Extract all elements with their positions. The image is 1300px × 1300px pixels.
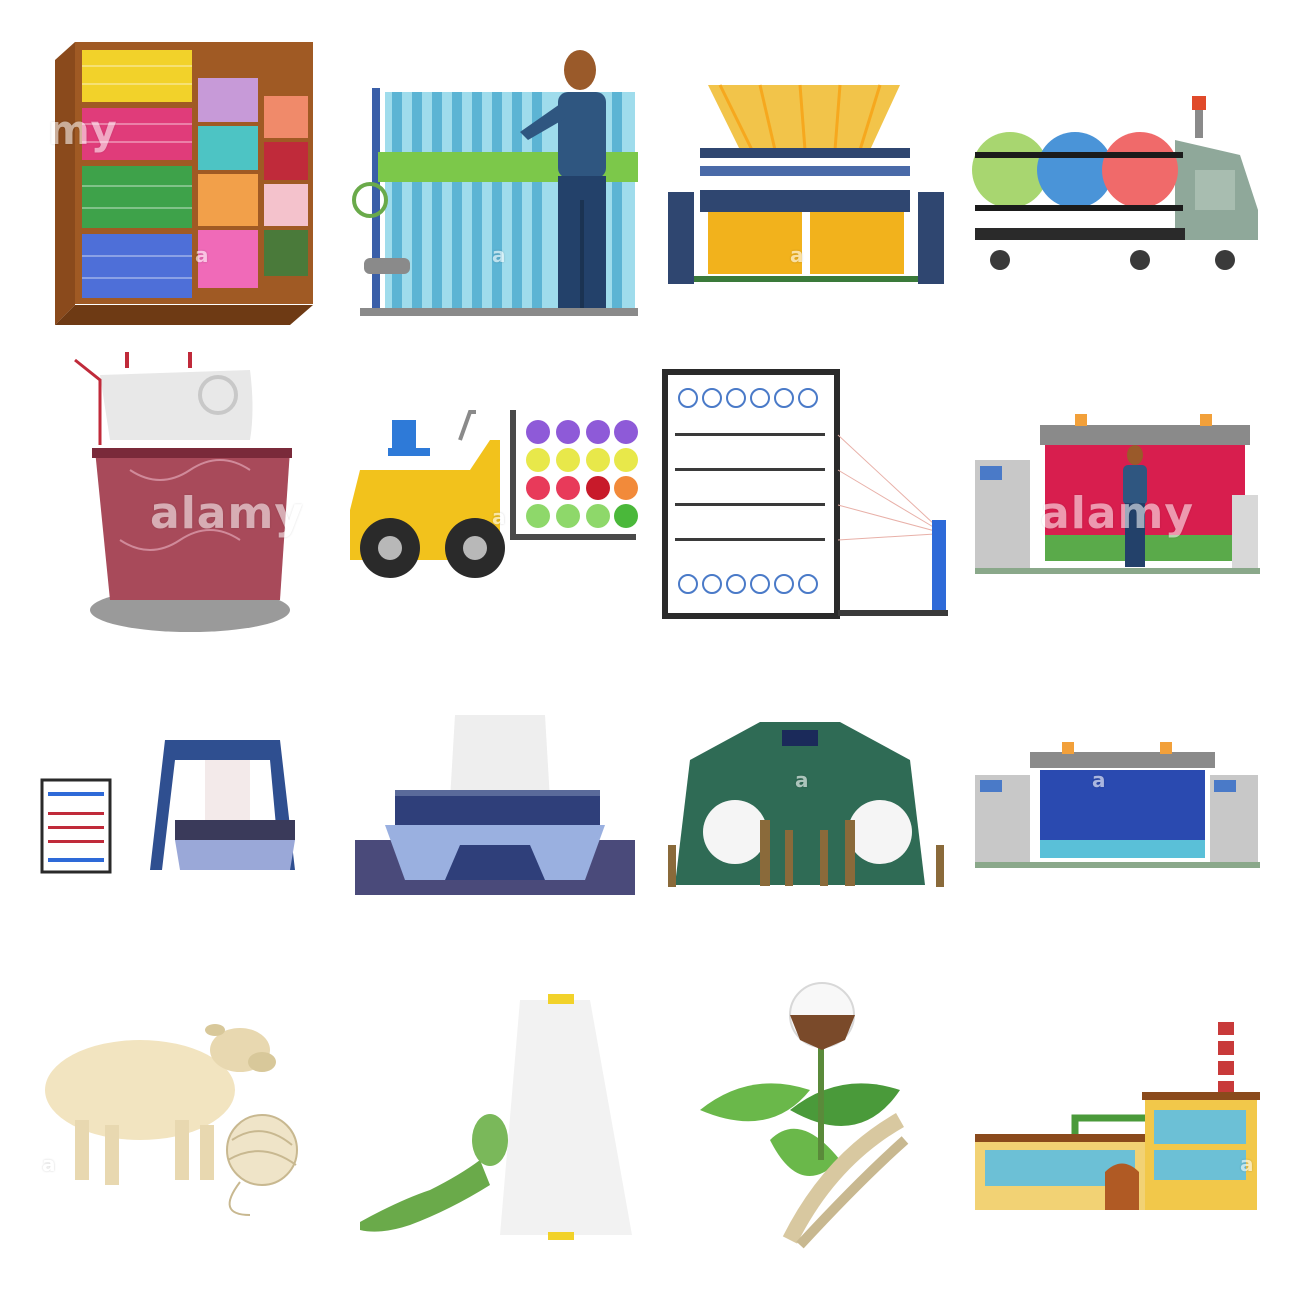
printing-machine-with-worker-icon: [975, 414, 1260, 574]
spinning-frame-icon: [355, 715, 635, 895]
weaving-loom-icon: [668, 84, 944, 284]
industrial-loom-icon: [975, 742, 1260, 868]
cotton-plant-icon: [700, 982, 909, 1249]
warping-creel-rack-icon: [662, 369, 948, 619]
yarn-cart-vehicle-icon: [972, 96, 1258, 270]
spool-forklift-icon: [350, 410, 638, 578]
textile-icon-set: [40, 42, 1260, 1249]
sewing-machine-icon: [74, 352, 292, 632]
textile-factory-icon: [975, 1022, 1260, 1210]
dyeing-machine-with-worker-icon: [352, 50, 638, 316]
fabric-shelf-icon: [55, 42, 313, 325]
silkworm-and-thread-cone-icon: [360, 994, 632, 1240]
creel-and-loom-icon: [40, 740, 295, 874]
carding-machine-icon: [668, 722, 944, 887]
sheep-with-yarn-icon: [45, 1024, 298, 1216]
